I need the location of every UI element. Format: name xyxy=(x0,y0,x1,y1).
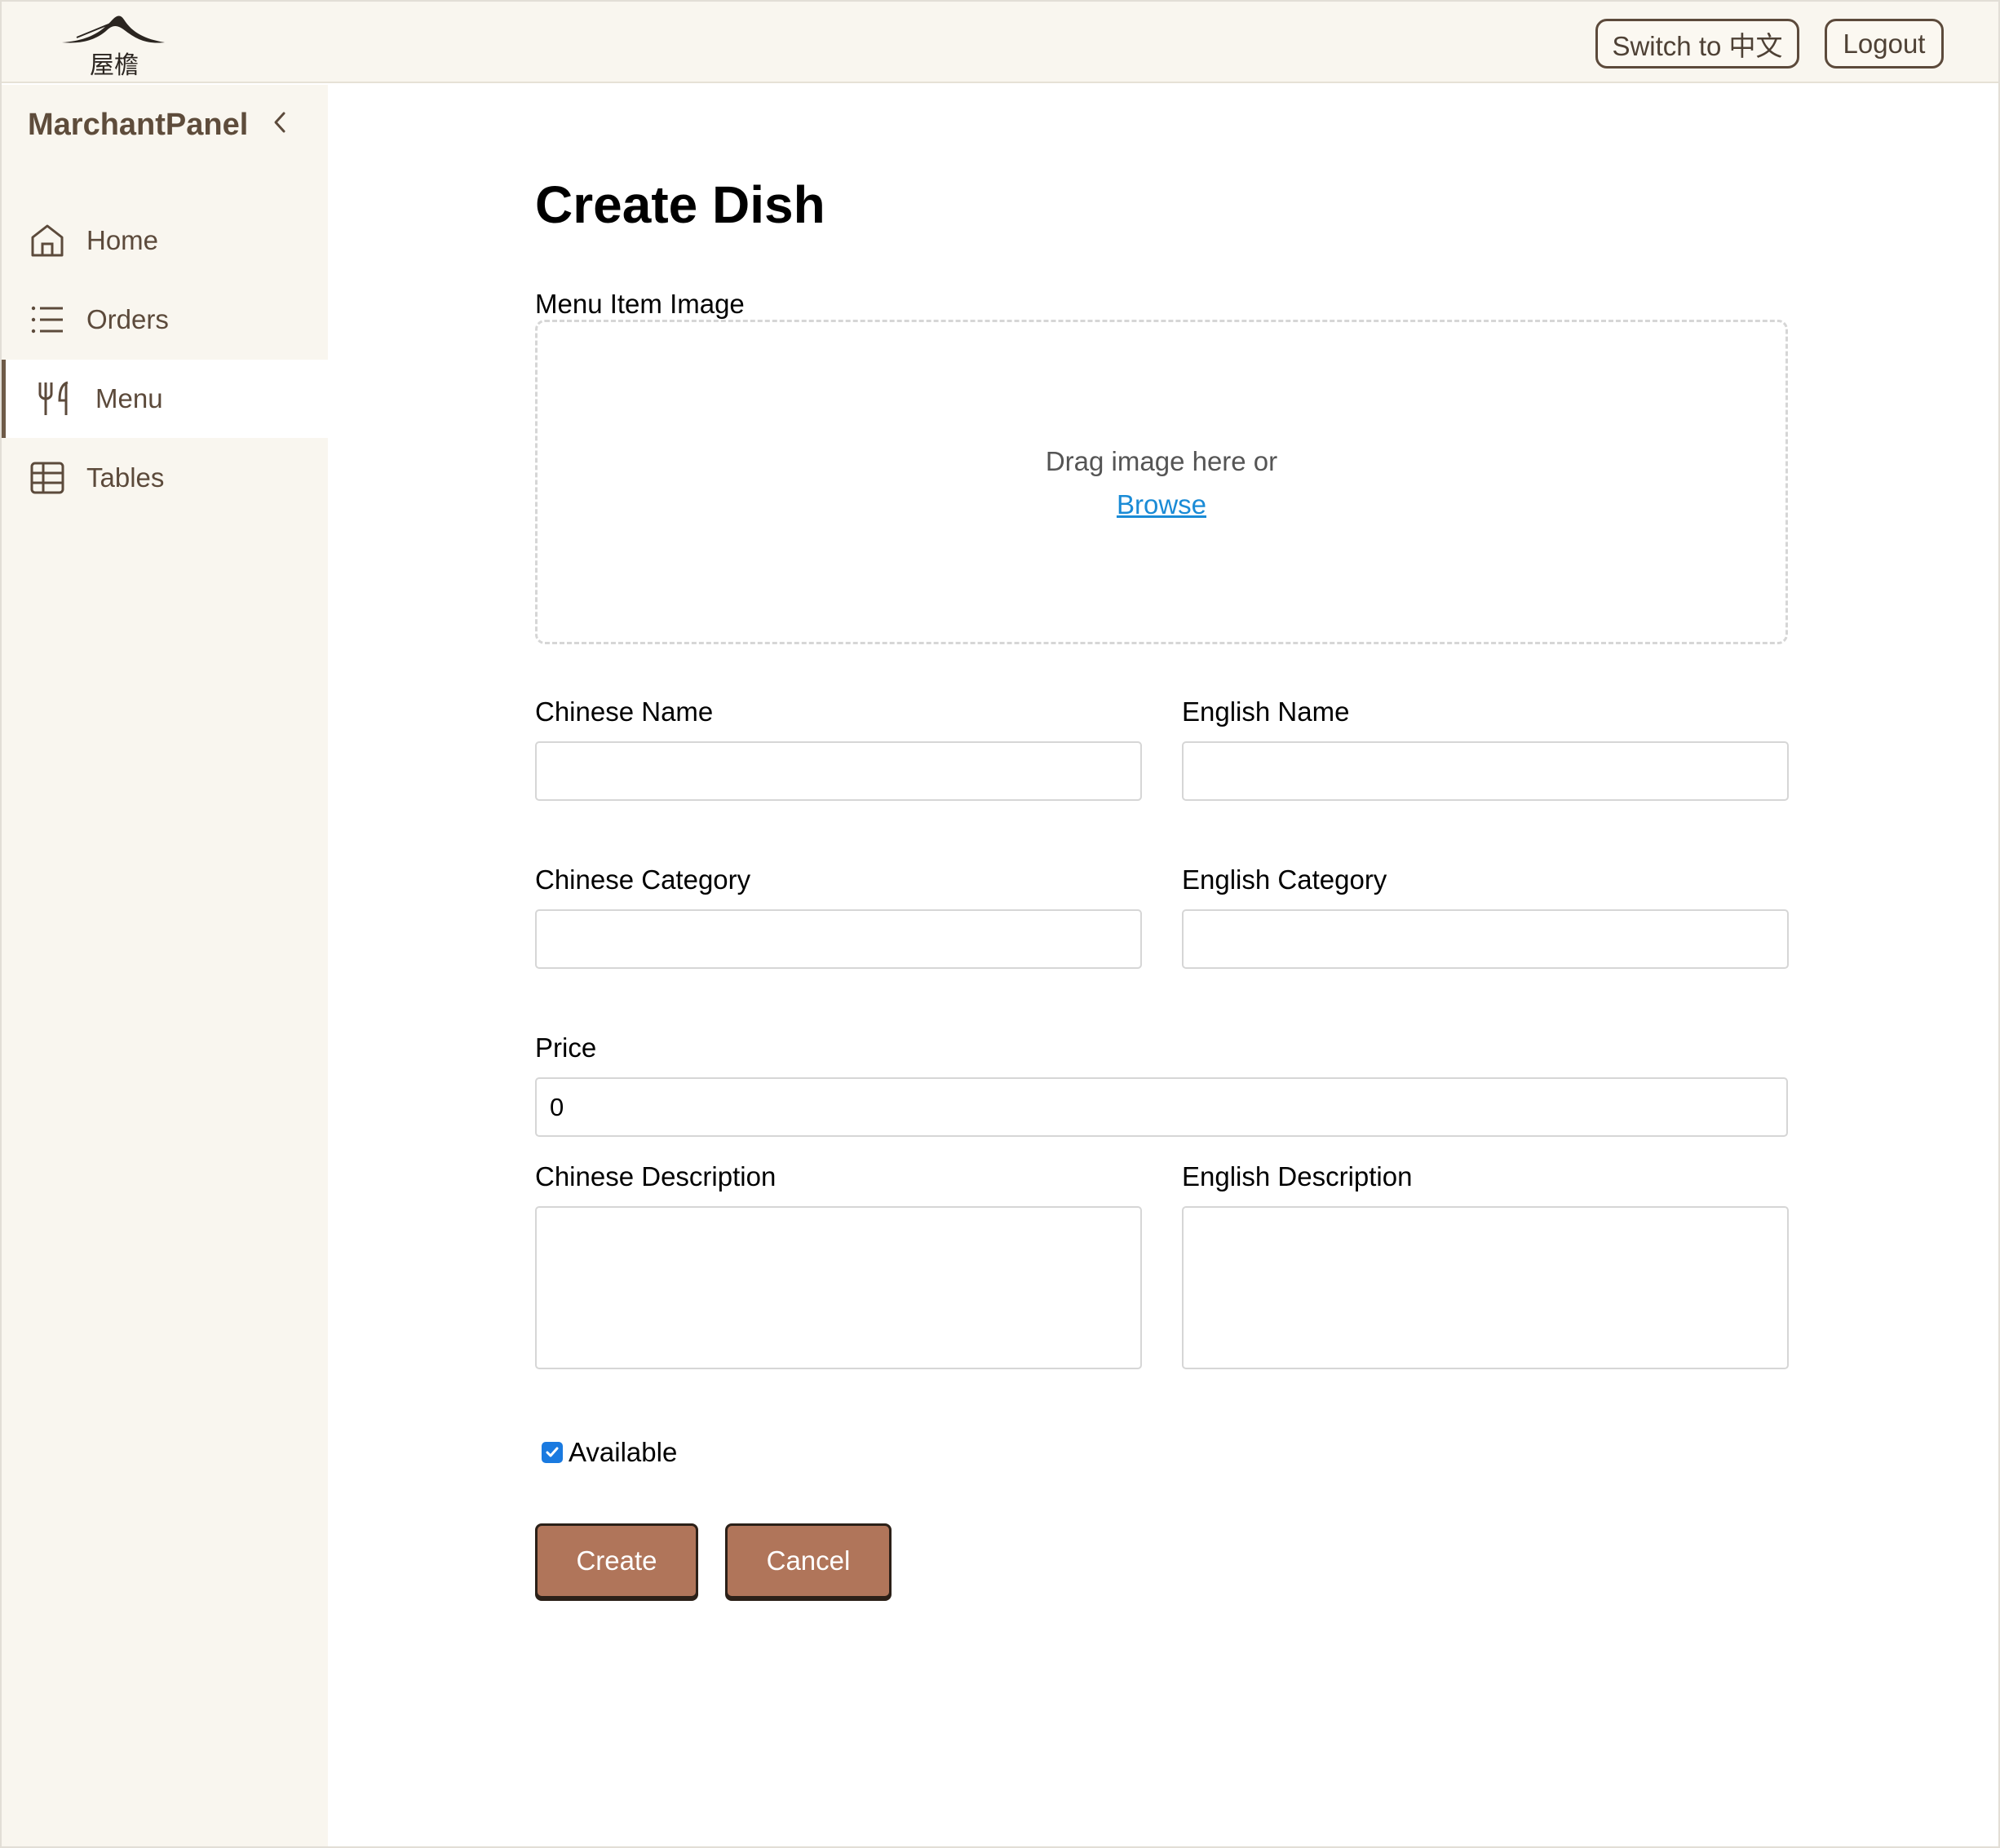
english-description-textarea[interactable] xyxy=(1182,1206,1789,1369)
home-icon xyxy=(31,224,64,257)
page-title: Create Dish xyxy=(535,175,825,234)
brand-title: MarchantPanel xyxy=(28,108,249,142)
sidebar-item-menu[interactable]: Menu xyxy=(2,360,328,438)
fork-knife-icon xyxy=(38,381,69,415)
chevron-left-icon xyxy=(274,112,285,133)
top-header: 屋檐 Switch to 中文 Logout xyxy=(2,2,1998,83)
collapse-sidebar-button[interactable] xyxy=(268,106,292,139)
checkmark-icon xyxy=(546,1447,559,1457)
chinese-description-label: Chinese Description xyxy=(535,1161,777,1191)
grid-table-icon xyxy=(30,462,64,494)
english-description-label: English Description xyxy=(1182,1161,1413,1191)
list-icon xyxy=(31,306,63,334)
browse-link[interactable]: Browse xyxy=(538,489,1785,520)
logout-button[interactable]: Logout xyxy=(1825,19,1944,69)
english-category-input[interactable] xyxy=(1182,909,1789,969)
switch-language-button[interactable]: Switch to 中文 xyxy=(1595,19,1799,69)
svg-text:屋檐: 屋檐 xyxy=(90,51,139,80)
image-label: Menu Item Image xyxy=(535,289,745,319)
app-window: 屋檐 Switch to 中文 Logout MarchantPanel Hom… xyxy=(0,0,2000,1848)
chinese-category-input[interactable] xyxy=(535,909,1142,969)
sidebar-item-home[interactable]: Home xyxy=(2,201,328,280)
available-checkbox[interactable] xyxy=(542,1442,563,1463)
cancel-button[interactable]: Cancel xyxy=(725,1523,892,1598)
sidebar-item-label: Tables xyxy=(86,462,165,493)
main-content: Create Dish Menu Item Image Drag image h… xyxy=(328,85,1998,1846)
price-input[interactable] xyxy=(535,1077,1788,1137)
chinese-name-input[interactable] xyxy=(535,741,1142,801)
sidebar: MarchantPanel Home Orders Menu Tables xyxy=(2,85,328,1846)
english-name-label: English Name xyxy=(1182,696,1350,727)
sidebar-item-label: Menu xyxy=(95,383,163,413)
chinese-category-label: Chinese Category xyxy=(535,864,751,895)
sidebar-item-label: Home xyxy=(86,225,159,255)
price-label: Price xyxy=(535,1032,597,1063)
sidebar-item-tables[interactable]: Tables xyxy=(2,439,328,517)
sidebar-item-label: Orders xyxy=(86,304,169,334)
drop-hint-text: Drag image here or xyxy=(1045,446,1278,476)
chinese-name-label: Chinese Name xyxy=(535,696,714,727)
sidebar-item-orders[interactable]: Orders xyxy=(2,281,328,359)
english-name-input[interactable] xyxy=(1182,741,1789,801)
create-button[interactable]: Create xyxy=(535,1523,698,1598)
available-label: Available xyxy=(569,1437,678,1467)
english-category-label: English Category xyxy=(1182,864,1387,895)
image-dropzone[interactable]: Drag image here or Browse xyxy=(535,320,1788,644)
pagoda-roof-logo: 屋檐 xyxy=(62,15,165,80)
chinese-description-textarea[interactable] xyxy=(535,1206,1142,1369)
